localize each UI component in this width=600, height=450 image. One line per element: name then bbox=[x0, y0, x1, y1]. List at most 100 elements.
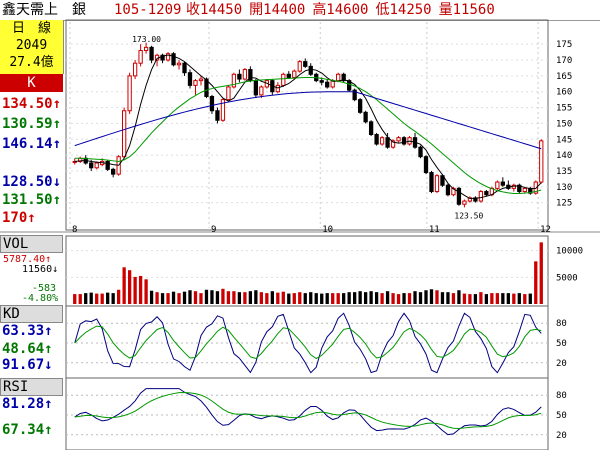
volume-bar bbox=[276, 292, 280, 304]
month-label: 11 bbox=[429, 225, 440, 235]
candle-body bbox=[121, 110, 127, 158]
volume-bar bbox=[138, 275, 143, 304]
kd-d-line bbox=[74, 325, 542, 360]
month-label: 8 bbox=[72, 225, 77, 235]
candle-body bbox=[319, 80, 324, 83]
volume-bar bbox=[374, 292, 379, 304]
candle-body bbox=[209, 95, 215, 112]
candle-body bbox=[539, 140, 544, 183]
volume-bar bbox=[122, 267, 126, 304]
volume-bar bbox=[385, 291, 390, 304]
candle-body bbox=[182, 62, 187, 74]
candle-body bbox=[423, 156, 429, 174]
volume-bar bbox=[331, 293, 335, 304]
high-annotation: 173.00 bbox=[132, 35, 161, 44]
volume-bar bbox=[534, 261, 538, 304]
candle-body bbox=[462, 200, 467, 205]
candle-body bbox=[495, 181, 500, 189]
volume-bar bbox=[484, 294, 489, 304]
candle-body bbox=[379, 137, 385, 145]
volume-bar bbox=[468, 294, 472, 304]
volume-bar bbox=[473, 294, 478, 304]
volume-bar bbox=[237, 292, 242, 304]
candle-body bbox=[478, 191, 484, 202]
price-tick-label: 170 bbox=[556, 56, 572, 66]
candle-body bbox=[303, 61, 308, 67]
stock-chart[interactable]: 125 130 135 140 145 150 155 160 165 170 175 8 9 10 11 1… bbox=[0, 0, 600, 450]
volume-bar bbox=[117, 289, 121, 304]
rsi-long-line bbox=[74, 392, 542, 429]
volume-bar bbox=[342, 293, 346, 304]
volume-bar bbox=[144, 279, 148, 304]
candle-body bbox=[259, 86, 264, 96]
volume-bar bbox=[193, 291, 198, 304]
vol-tick-label: 5000 bbox=[556, 273, 578, 283]
volume-bar bbox=[100, 293, 104, 304]
candle-body bbox=[357, 99, 363, 113]
candle-body bbox=[242, 69, 248, 80]
candle-body bbox=[105, 160, 110, 170]
candle-body bbox=[368, 121, 374, 136]
volume-bar bbox=[325, 293, 329, 304]
candle-body bbox=[336, 73, 341, 82]
candle-body bbox=[445, 184, 451, 196]
price-tick-label: 150 bbox=[556, 119, 572, 129]
candle-body bbox=[215, 110, 220, 121]
ma20-line bbox=[74, 76, 542, 194]
price-tick-label: 140 bbox=[556, 151, 572, 161]
candle-body bbox=[396, 137, 401, 142]
volume-bar bbox=[424, 290, 428, 304]
candle-body bbox=[281, 73, 286, 86]
volume-bar bbox=[171, 291, 176, 304]
volume-bar bbox=[199, 293, 203, 304]
volume-bar bbox=[287, 293, 291, 304]
volume-bar bbox=[73, 294, 77, 304]
volume-bar bbox=[259, 292, 263, 304]
volume-bar bbox=[303, 293, 307, 304]
candle-body bbox=[418, 146, 423, 158]
kd-tick-label: 80 bbox=[556, 319, 567, 329]
price-tick-label: 155 bbox=[556, 104, 572, 114]
price-tick-label: 135 bbox=[556, 167, 572, 177]
candle-body bbox=[198, 78, 204, 82]
candle-body bbox=[187, 72, 193, 86]
volume-bar bbox=[149, 290, 154, 304]
month-label: 12 bbox=[540, 225, 551, 235]
volume-bar bbox=[160, 293, 165, 304]
volume-bar bbox=[528, 293, 532, 304]
volume-bar bbox=[232, 291, 236, 304]
volume-bar bbox=[298, 292, 302, 304]
volume-bar bbox=[182, 291, 187, 304]
panel-frame bbox=[65, 377, 549, 450]
volume-bar bbox=[221, 288, 225, 304]
volume-bar bbox=[440, 292, 445, 304]
volume-bar bbox=[265, 293, 269, 304]
volume-bar bbox=[495, 293, 499, 304]
volume-bar bbox=[95, 293, 99, 304]
rsi-tick-label: 20 bbox=[556, 431, 567, 441]
candle-body bbox=[297, 61, 302, 72]
volume-bar bbox=[243, 292, 247, 304]
candle-body bbox=[253, 80, 259, 96]
volume-bar bbox=[407, 293, 412, 304]
volume-bar bbox=[226, 291, 231, 304]
volume-bar bbox=[517, 293, 521, 304]
volume-bar bbox=[281, 291, 285, 304]
volume-bar bbox=[429, 289, 434, 304]
candle-body bbox=[149, 46, 154, 61]
volume-bar bbox=[353, 292, 357, 304]
candle-body bbox=[434, 175, 440, 193]
price-tick-label: 125 bbox=[556, 199, 572, 209]
volume-bar bbox=[539, 242, 543, 304]
price-tick-label: 145 bbox=[556, 135, 572, 145]
volume-bar bbox=[418, 292, 423, 304]
kd-tick-label: 20 bbox=[556, 359, 567, 369]
candle-body bbox=[286, 73, 291, 78]
candle-body bbox=[176, 62, 182, 66]
candle-body bbox=[275, 84, 280, 93]
candle-body bbox=[429, 172, 434, 193]
volume-bar bbox=[363, 292, 368, 304]
volume-bar bbox=[320, 293, 324, 304]
candle-body bbox=[138, 50, 143, 64]
price-tick-label: 130 bbox=[556, 183, 572, 193]
